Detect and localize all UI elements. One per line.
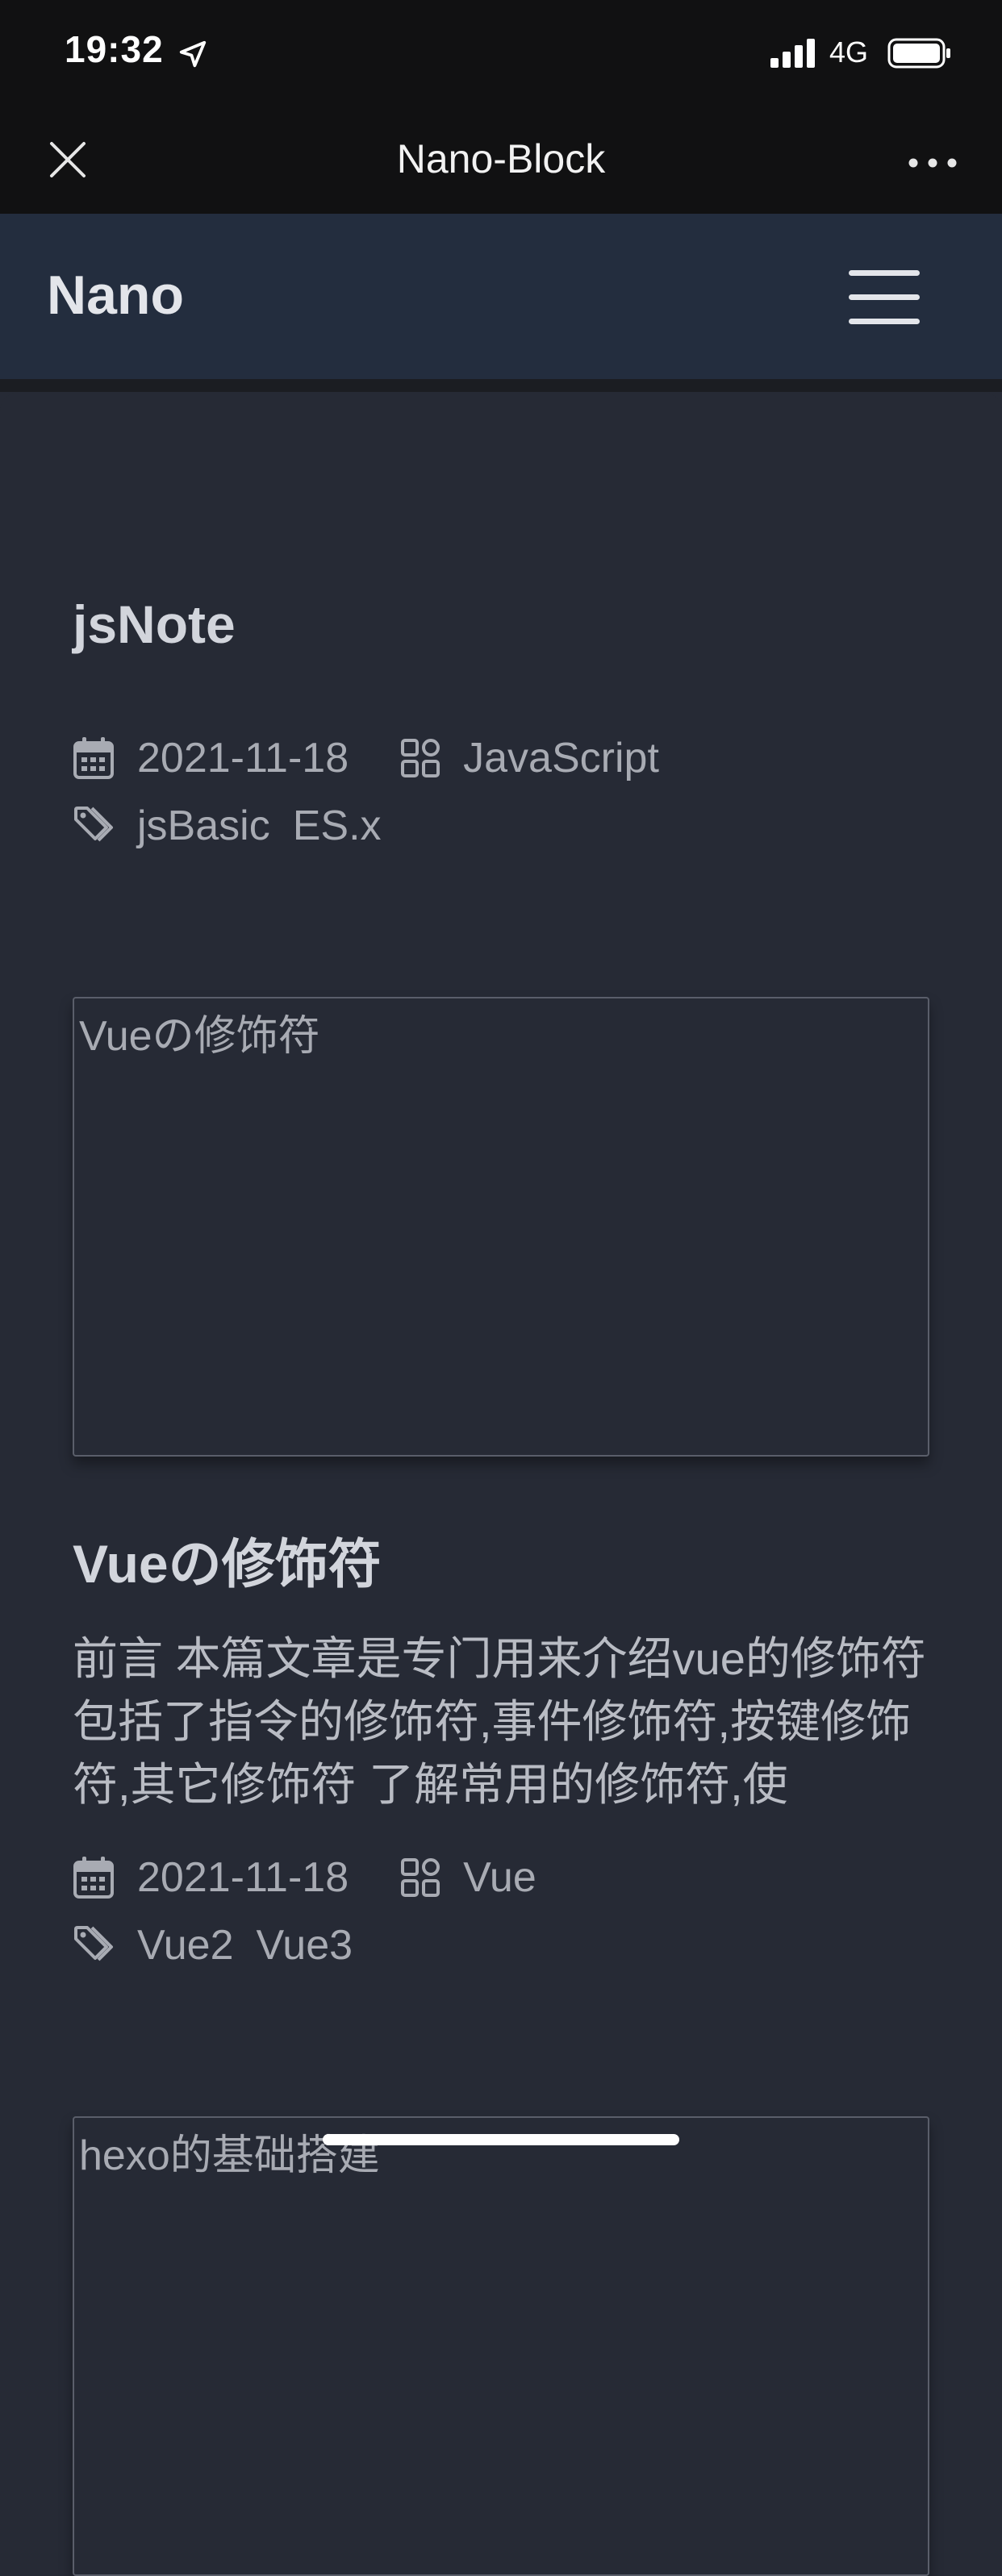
category-icon <box>401 1858 440 1897</box>
post-tag[interactable]: Vue3 <box>257 1921 353 1970</box>
post-date: 2021-11-18 <box>137 1854 349 1901</box>
home-indicator[interactable] <box>323 2134 679 2145</box>
more-icon[interactable] <box>907 155 958 171</box>
post-tags: Vue2 Vue3 <box>73 1921 353 1970</box>
post-tag[interactable]: jsBasic <box>137 802 270 850</box>
post-category[interactable]: Vue <box>463 1853 536 1902</box>
tag-icon <box>74 807 113 842</box>
post-meta: 2021-11-18 Vue <box>73 1853 536 1902</box>
cellular-signal-icon <box>770 39 815 68</box>
post-title[interactable]: Vueの修饰符 <box>73 1521 382 1599</box>
cover-alt-text: Vueの修饰符 <box>79 1013 320 1060</box>
site-brand[interactable]: Nano <box>47 264 184 327</box>
post-cover-image[interactable]: hexo的基础搭建 <box>73 2116 929 2576</box>
site-navbar: Nano <box>0 214 1002 379</box>
post-title[interactable]: jsNote <box>73 594 236 655</box>
post-excerpt: 前言 本篇文章是专门用来介绍vue的修饰符 包括了指令的修饰符,事件修饰符,按键… <box>73 1633 926 1810</box>
webview-title-bar: Nano-Block <box>0 113 1002 214</box>
post-date: 2021-11-18 <box>137 735 349 782</box>
category-icon <box>401 739 440 777</box>
status-time: 19:32 <box>65 28 164 70</box>
post-tag[interactable]: ES.x <box>293 802 382 850</box>
navbar-separator <box>0 379 1002 392</box>
post-tags: jsBasic ES.x <box>73 802 382 850</box>
status-bar: 19:32 4G <box>0 0 1002 113</box>
post-list: jsNote 2021-11-18 JavaScript jsBasic ES.… <box>0 392 1002 2576</box>
calendar-icon <box>73 737 114 779</box>
calendar-icon <box>73 1857 114 1899</box>
cover-alt-text: hexo的基础搭建 <box>79 2132 380 2179</box>
post-tag[interactable]: Vue2 <box>137 1921 234 1970</box>
post-meta: 2021-11-18 JavaScript <box>73 734 659 782</box>
location-arrow-icon <box>179 40 207 68</box>
battery-icon <box>887 38 950 69</box>
post-cover-image[interactable]: Vueの修饰符 <box>73 997 929 1457</box>
hamburger-menu-icon[interactable] <box>847 267 921 328</box>
network-label: 4G <box>829 35 869 69</box>
tag-icon <box>74 1926 113 1961</box>
post-category[interactable]: JavaScript <box>463 734 659 782</box>
page-title: Nano-Block <box>396 136 606 181</box>
